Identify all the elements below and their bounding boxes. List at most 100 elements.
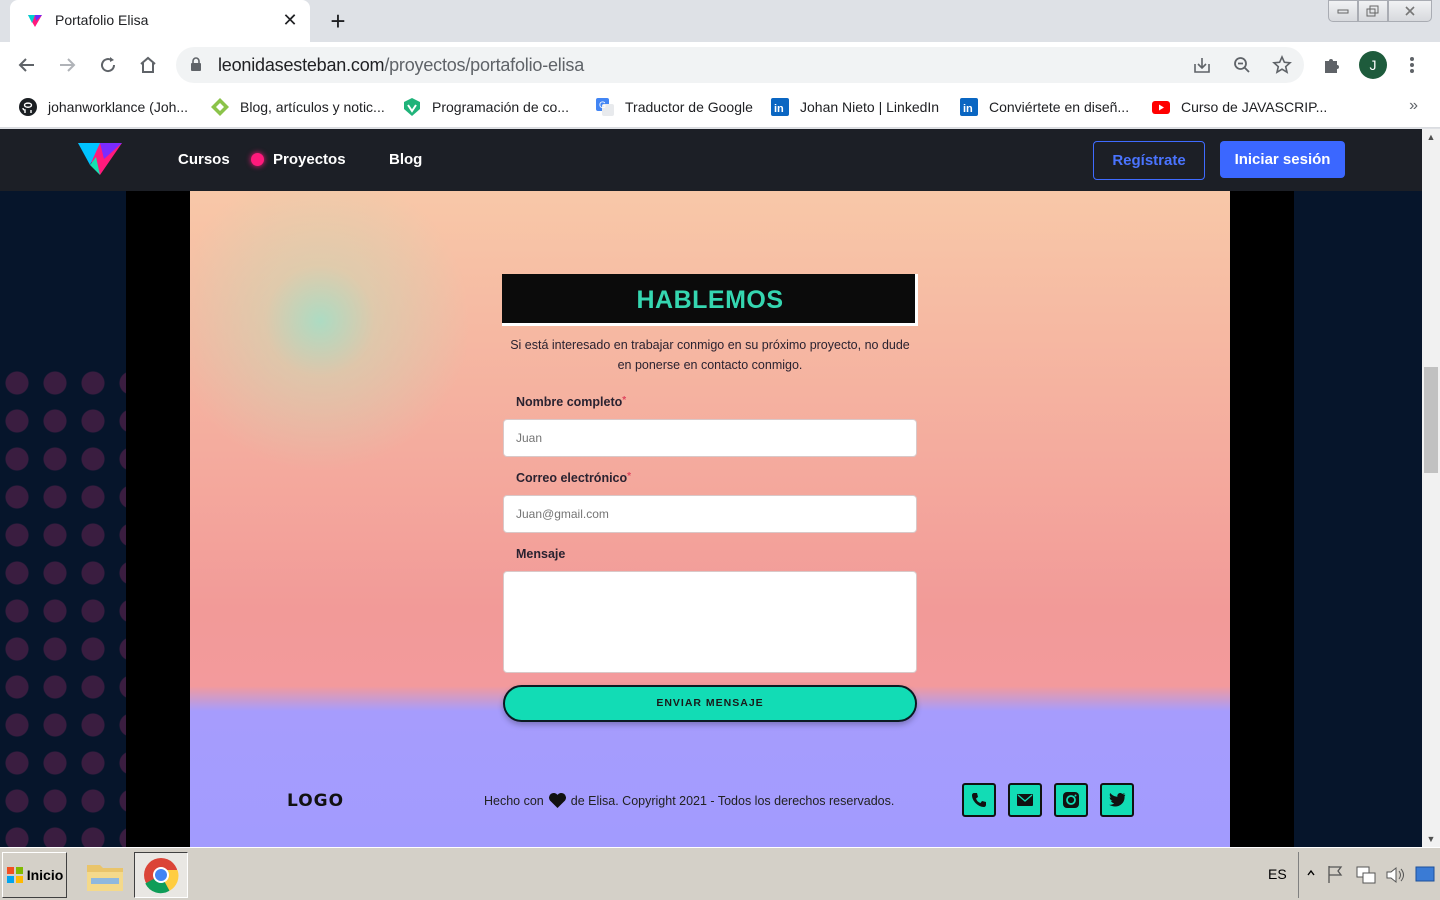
login-button[interactable]: Iniciar sesión [1220, 141, 1345, 178]
github-icon [18, 97, 38, 117]
bookmark-item[interactable]: Programación de co... [402, 96, 569, 118]
diamond-icon [210, 97, 230, 117]
reload-icon [101, 57, 116, 73]
minimize-button[interactable] [1328, 0, 1358, 22]
scrollbar-thumb[interactable] [1424, 367, 1438, 473]
bookmarks-overflow-button[interactable]: » [1409, 97, 1418, 115]
linkedin-icon: in [959, 97, 979, 117]
start-button[interactable]: Inicio [2, 852, 67, 898]
site-favicon-icon [28, 15, 42, 27]
extensions-button[interactable] [1320, 53, 1344, 77]
browser-tabstrip: Portafolio Elisa ✕ + [0, 0, 1440, 42]
bookmark-item[interactable]: Curso de JAVASCRIP... [1151, 96, 1327, 118]
puzzle-icon [1325, 59, 1339, 73]
new-tab-button[interactable]: + [326, 8, 350, 34]
name-field[interactable] [503, 419, 917, 457]
tray-expand-icon[interactable] [1307, 868, 1315, 878]
linkedin-icon: in [770, 97, 790, 117]
forward-button[interactable] [55, 53, 79, 77]
scroll-down-icon[interactable]: ▼ [1422, 831, 1440, 847]
bookmarks-bar: johanworklance (Joh... Blog, artículos y… [0, 88, 1440, 128]
download-icon [1194, 58, 1210, 73]
mail-button[interactable] [1008, 783, 1042, 817]
url-text: leonidasesteban.com/proyectos/portafolio… [218, 55, 585, 75]
close-window-button[interactable] [1388, 0, 1432, 22]
phone-button[interactable] [962, 783, 996, 817]
nav-link-cursos[interactable]: Cursos [178, 151, 230, 168]
contact-intro: Si está interesado en trabajar conmigo e… [510, 338, 910, 372]
chrome-menu-button[interactable] [1400, 53, 1424, 77]
zoom-out-icon [1234, 57, 1250, 73]
email-field[interactable] [503, 495, 917, 533]
kebab-menu-icon [1410, 57, 1414, 73]
windows-logo-icon [6, 867, 23, 883]
install-app-button[interactable] [1192, 55, 1212, 75]
forward-arrow-icon [60, 58, 76, 72]
site-logo-icon[interactable] [76, 141, 124, 177]
twitter-icon [1109, 792, 1126, 807]
instagram-button[interactable] [1054, 783, 1088, 817]
instagram-icon [1063, 792, 1079, 808]
nav-link-blog[interactable]: Blog [389, 151, 422, 168]
star-icon [1272, 55, 1292, 74]
bookmark-item[interactable]: Blog, artículos y notic... [210, 96, 385, 118]
vue-shield-icon [402, 97, 422, 117]
close-icon [1405, 6, 1415, 16]
footer-credit: Hecho con de Elisa. Copyright 2021 - Tod… [484, 792, 895, 809]
taskbar-chrome[interactable] [134, 852, 188, 898]
contact-title: HABLEMOS [636, 286, 784, 314]
chrome-icon [144, 858, 179, 894]
windows-taskbar: Inicio ES [0, 847, 1440, 900]
back-arrow-icon [18, 58, 34, 72]
bookmark-item[interactable]: in Johan Nieto | LinkedIn [770, 96, 939, 118]
svg-text:in: in [774, 103, 784, 115]
taskbar-explorer[interactable] [78, 852, 132, 898]
nav-link-proyectos[interactable]: Proyectos [273, 151, 346, 168]
show-desktop-icon[interactable] [1415, 866, 1435, 882]
svg-text:in: in [963, 103, 973, 115]
site-header: Cursos Proyectos Blog Regístrate Iniciar… [0, 129, 1422, 191]
browser-toolbar: leonidasesteban.com/proyectos/portafolio… [0, 42, 1440, 88]
profile-avatar[interactable]: J [1359, 51, 1387, 79]
restore-icon [1366, 5, 1379, 17]
message-label: Mensaje [516, 547, 566, 561]
zoom-button[interactable] [1232, 55, 1252, 75]
browser-tab[interactable]: Portafolio Elisa ✕ [10, 0, 310, 42]
home-button[interactable] [136, 53, 160, 77]
email-label: Correo electrónico* [516, 471, 632, 485]
restore-button[interactable] [1358, 0, 1388, 22]
folder-icon [87, 865, 123, 891]
tab-close-icon[interactable]: ✕ [280, 10, 300, 30]
send-message-button[interactable]: ENVIAR MENSAJE [503, 685, 917, 722]
mail-icon [1017, 794, 1033, 806]
system-tray [1298, 852, 1438, 898]
page-scrollbar[interactable]: ▲ ▼ [1422, 129, 1440, 847]
address-bar[interactable]: leonidasesteban.com/proyectos/portafolio… [176, 47, 1304, 83]
language-indicator[interactable]: ES [1268, 866, 1287, 882]
reload-button[interactable] [96, 53, 120, 77]
home-icon [140, 56, 156, 73]
page-viewport: HABLEMOS Si está interesado en trabajar … [0, 129, 1422, 847]
message-field[interactable] [503, 571, 917, 673]
back-button[interactable] [15, 53, 39, 77]
heart-icon [548, 792, 566, 809]
action-center-flag-icon[interactable] [1327, 864, 1345, 884]
decorative-dot-pattern [0, 364, 126, 847]
twitter-button[interactable] [1100, 783, 1134, 817]
bookmark-star-button[interactable] [1272, 55, 1292, 75]
footer-logo: LOGO [287, 791, 345, 811]
register-button[interactable]: Regístrate [1093, 141, 1205, 180]
window-controls [1328, 0, 1432, 22]
svg-text:G: G [599, 100, 606, 110]
minimize-icon [1337, 9, 1349, 14]
name-label: Nombre completo* [516, 395, 627, 409]
bookmark-item[interactable]: G Traductor de Google [595, 96, 753, 118]
bookmark-item[interactable]: johanworklance (Joh... [18, 96, 188, 118]
volume-icon[interactable] [1385, 865, 1407, 885]
network-icon[interactable] [1355, 865, 1377, 885]
bookmark-item[interactable]: in Conviértete en diseñ... [959, 96, 1129, 118]
phone-icon [972, 793, 986, 807]
scroll-up-icon[interactable]: ▲ [1422, 129, 1440, 145]
youtube-icon [1151, 97, 1171, 117]
lock-icon [191, 57, 201, 71]
